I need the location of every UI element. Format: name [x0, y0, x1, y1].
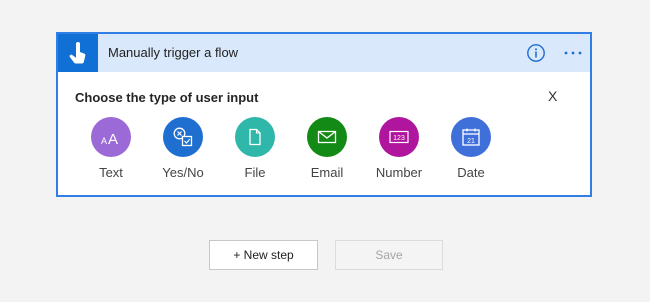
card-title: Manually trigger a flow — [108, 45, 239, 60]
calendar-day-number: 21 — [467, 138, 475, 145]
input-option-yes-no[interactable]: Yes/No — [151, 117, 215, 180]
new-step-button[interactable]: + New step — [209, 240, 318, 270]
more-options-icon[interactable] — [560, 42, 586, 64]
trigger-card-header[interactable]: Manually trigger a flow — [58, 34, 590, 72]
svg-text:123: 123 — [393, 135, 405, 142]
file-icon — [235, 117, 275, 157]
input-type-prompt: Choose the type of user input — [75, 90, 259, 105]
text-icon: A A — [91, 117, 131, 157]
number-icon: 123 — [379, 117, 419, 157]
input-option-file[interactable]: File — [223, 117, 287, 180]
option-label: Number — [375, 165, 423, 180]
trigger-card[interactable]: Manually trigger a flow Choose the type … — [56, 32, 592, 197]
option-label: File — [244, 165, 266, 180]
svg-text:A: A — [108, 131, 118, 146]
option-label: Yes/No — [162, 165, 204, 180]
calendar-icon: 21 — [451, 117, 491, 157]
email-icon — [307, 117, 347, 157]
input-option-number[interactable]: 123 Number — [367, 117, 431, 180]
yes-no-icon — [163, 117, 203, 157]
input-option-date[interactable]: 21 Date — [439, 117, 503, 180]
close-button[interactable]: X — [548, 88, 557, 104]
info-icon[interactable] — [526, 43, 546, 63]
option-label: Email — [310, 165, 344, 180]
svg-text:A: A — [101, 136, 107, 146]
input-option-email[interactable]: Email — [295, 117, 359, 180]
option-label: Text — [99, 165, 123, 180]
save-button[interactable]: Save — [335, 240, 443, 270]
input-option-text[interactable]: A A Text — [79, 117, 143, 180]
hand-tap-icon — [58, 34, 98, 72]
option-label: Date — [457, 165, 485, 180]
